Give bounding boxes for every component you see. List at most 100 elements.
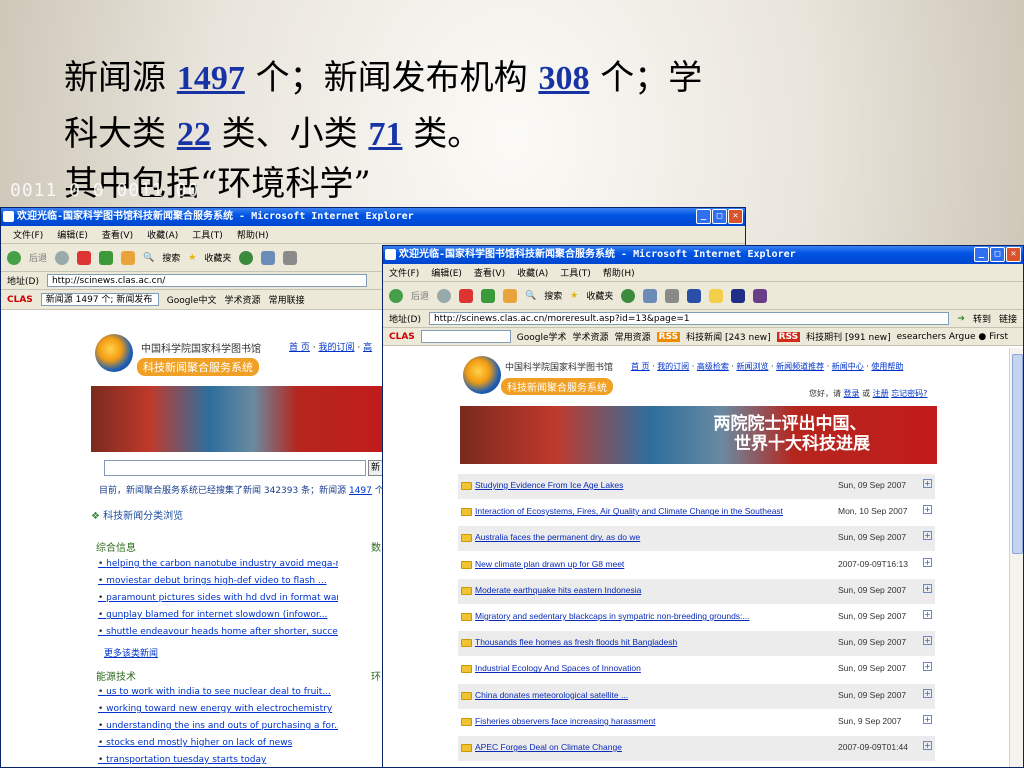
expand-icon[interactable]: + <box>923 741 932 750</box>
news-row[interactable]: Industrial Ecology And Spaces of Innovat… <box>458 657 935 684</box>
search-icon[interactable]: 🔍 <box>143 253 154 263</box>
news-title[interactable]: Studying Evidence From Ice Age Lakes <box>475 480 623 490</box>
menu-view[interactable]: 查看(V) <box>102 228 133 241</box>
history-icon[interactable] <box>239 250 254 265</box>
go-icon[interactable]: ➔ <box>957 314 965 324</box>
search-button[interactable]: 搜索 <box>162 251 180 264</box>
back-button[interactable]: 后退 <box>29 251 47 264</box>
login-link[interactable]: 登录 <box>844 389 860 398</box>
news-title[interactable]: Industrial Ecology And Spaces of Innovat… <box>475 663 641 673</box>
news-title[interactable]: New climate plan drawn up for G8 meet <box>475 559 624 569</box>
menu-favorites[interactable]: 收藏(A) <box>517 266 548 279</box>
mail-icon[interactable] <box>261 250 276 265</box>
researchers-ticker[interactable]: esearchers Argue ● First <box>897 332 1008 342</box>
rss-journal-button[interactable]: 科技期刊 [991 new] <box>806 330 891 343</box>
address-input[interactable]: http://scinews.clas.ac.cn/ <box>46 274 367 287</box>
news-link[interactable]: shuttle endeavour heads home after short… <box>98 624 338 641</box>
menu-edit[interactable]: 编辑(E) <box>431 266 462 279</box>
expand-icon[interactable]: + <box>923 610 932 619</box>
news-link[interactable]: gunplay blamed for internet slowdown (in… <box>98 607 338 624</box>
category-browse[interactable]: ❖ 科技新闻分类浏览 <box>91 507 183 522</box>
print-icon[interactable] <box>283 250 298 265</box>
nav-browse[interactable]: 新闻浏览 <box>736 362 768 371</box>
maximize-button[interactable]: □ <box>990 247 1005 262</box>
back-button[interactable]: 后退 <box>411 289 429 302</box>
news-title[interactable]: APEC Forges Deal on Climate Change <box>475 742 622 752</box>
news-link[interactable]: transportation tuesday starts today <box>98 752 338 767</box>
nav-home[interactable]: 首 页 <box>631 362 650 371</box>
nav-help[interactable]: 使用帮助 <box>871 362 903 371</box>
expand-icon[interactable]: + <box>923 688 932 698</box>
news-row[interactable]: Australia faces the permanent dry, as do… <box>458 526 935 553</box>
refresh-icon[interactable] <box>481 288 496 303</box>
news-title[interactable]: Interaction of Ecosystems, Fires, Air Qu… <box>475 506 783 516</box>
favorites-button[interactable]: 收藏夹 <box>204 251 231 264</box>
news-row[interactable]: APEC Forges Deal on Climate Change 2007-0… <box>458 736 935 762</box>
menu-tools[interactable]: 工具(T) <box>192 228 223 241</box>
expand-icon[interactable]: + <box>923 636 932 646</box>
more-news-link[interactable]: 更多该类新闻 <box>104 646 158 659</box>
home-icon[interactable] <box>503 288 518 303</box>
news-row[interactable]: Thousands flee homes as fresh floods hit… <box>458 631 935 658</box>
back-icon[interactable] <box>389 288 403 303</box>
nav-home[interactable]: 首 页 <box>289 343 310 353</box>
nav-news-center[interactable]: 新闻中心 <box>832 362 864 371</box>
links-button[interactable]: 链接 <box>999 312 1017 325</box>
changyong-button[interactable]: 常用联接 <box>269 293 305 306</box>
refresh-icon[interactable] <box>99 250 114 265</box>
menu-file[interactable]: 文件(F) <box>389 266 419 279</box>
expand-icon[interactable]: + <box>923 662 932 672</box>
address-input[interactable]: http://scinews.clas.ac.cn/moreresult.asp… <box>428 312 950 325</box>
minimize-button[interactable]: _ <box>974 247 989 262</box>
nav-advanced[interactable]: 高 <box>363 343 372 353</box>
nav-subscriptions[interactable]: 我的订阅 <box>657 362 689 371</box>
vertical-scrollbar[interactable] <box>1009 348 1023 767</box>
go-button[interactable]: 转到 <box>973 312 991 325</box>
clas-search-input[interactable] <box>420 330 511 343</box>
site-search-input[interactable] <box>104 460 366 476</box>
register-link[interactable]: 注册 <box>873 389 889 398</box>
expand-icon[interactable]: + <box>923 557 932 567</box>
forward-icon[interactable] <box>437 288 452 303</box>
xueshu-button[interactable]: 学术资源 <box>573 330 609 343</box>
stop-icon[interactable] <box>459 288 474 303</box>
mail-icon[interactable] <box>643 288 658 303</box>
news-row[interactable]: Moderate earthquake hits eastern Indones… <box>458 578 935 605</box>
menu-file[interactable]: 文件(F) <box>13 228 43 241</box>
news-link[interactable]: working toward new energy with electroch… <box>98 701 338 718</box>
forward-icon[interactable] <box>55 250 70 265</box>
back-icon[interactable] <box>7 250 21 265</box>
menu-help[interactable]: 帮助(H) <box>237 228 269 241</box>
xueshu-button[interactable]: 学术资源 <box>225 293 261 306</box>
news-row[interactable]: China donates meteorological satellite .… <box>458 683 935 710</box>
changyong-button[interactable]: 常用资源 <box>615 330 651 343</box>
close-button[interactable]: ✕ <box>728 209 743 224</box>
nav-advanced-search[interactable]: 高级检索 <box>697 362 729 371</box>
nav-channels[interactable]: 新闻频道推荐 <box>776 362 824 371</box>
news-link[interactable]: understanding the ins and outs of purcha… <box>98 718 338 735</box>
search-button[interactable]: 搜索 <box>544 289 562 302</box>
rss-news-button[interactable]: 科技新闻 [243 new] <box>686 330 771 343</box>
news-link[interactable]: paramount pictures sides with hd dvd in … <box>98 590 338 607</box>
search-icon[interactable]: 🔍 <box>525 291 536 301</box>
stop-icon[interactable] <box>77 250 92 265</box>
menu-edit[interactable]: 编辑(E) <box>57 228 88 241</box>
news-title[interactable]: Moderate earthquake hits eastern Indones… <box>475 585 641 595</box>
news-title[interactable]: Migratory and sedentary blackcaps in sym… <box>475 611 750 621</box>
nav-subscriptions[interactable]: 我的订阅 <box>318 343 354 353</box>
menu-favorites[interactable]: 收藏(A) <box>147 228 178 241</box>
favorites-button[interactable]: 收藏夹 <box>586 289 613 302</box>
forgot-password-link[interactable]: 忘记密码? <box>891 389 927 398</box>
news-row[interactable]: New climate plan drawn up for G8 meet 200… <box>458 553 935 579</box>
google-button[interactable]: Google中文 <box>167 293 217 306</box>
minimize-button[interactable]: _ <box>696 209 711 224</box>
home-icon[interactable] <box>121 250 136 265</box>
google-scholar-button[interactable]: Google学术 <box>517 330 567 343</box>
expand-icon[interactable]: + <box>923 583 932 593</box>
scroll-thumb[interactable] <box>1012 354 1023 554</box>
news-link[interactable]: helping the carbon nanotube industry avo… <box>98 556 338 573</box>
expand-icon[interactable]: + <box>923 505 932 515</box>
history-icon[interactable] <box>621 288 636 303</box>
news-title[interactable]: Australia faces the permanent dry, as do… <box>475 532 640 542</box>
news-row[interactable]: Fisheries observers face increasing hara… <box>458 710 935 736</box>
